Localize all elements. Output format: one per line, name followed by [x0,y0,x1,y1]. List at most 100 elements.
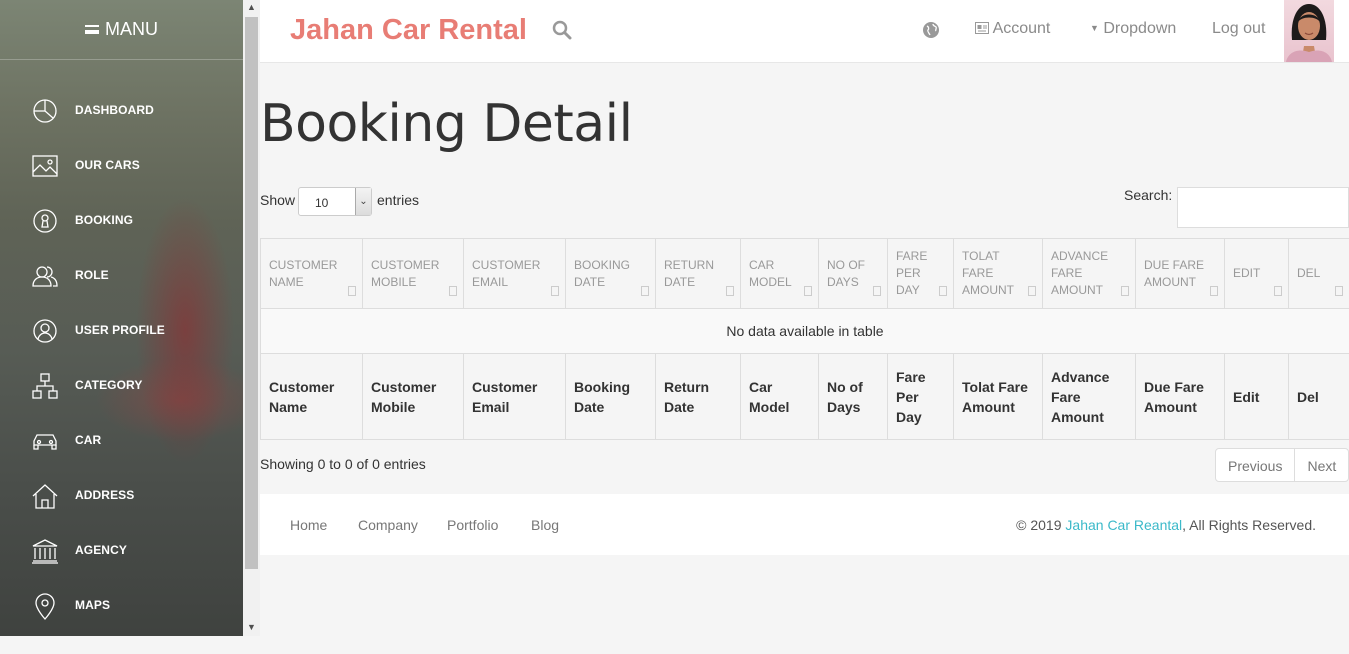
page-size-control: Show 10 ⌄ entries [260,187,419,216]
keyhole-icon [33,209,57,233]
column-header-label: RETURN DATE [664,257,714,289]
previous-button[interactable]: Previous [1216,449,1294,481]
user-photo [1286,4,1332,62]
column-header[interactable]: NO OF DAYS [818,238,888,309]
sitemap-icon [32,373,58,399]
map-pin-icon [35,593,55,620]
sidebar-item-label: ROLE [75,268,109,282]
column-header-label: BOOKING DATE [574,257,631,289]
id-card-icon [975,22,989,34]
sidebar-item-address[interactable]: ADDRESS [0,475,243,515]
sidebar-item-booking[interactable]: BOOKING [0,200,243,240]
sidebar-item-label: DASHBOARD [75,103,154,117]
sidebar-item-label: AGENCY [75,543,127,557]
sort-icon [641,286,649,296]
sidebar-scrollbar[interactable]: ▲ ▼ [243,0,260,636]
globe-icon[interactable] [922,21,940,39]
column-footer: Fare Per Day [887,353,954,440]
column-header[interactable]: TOLAT FARE AMOUNT [953,238,1043,309]
sort-icon [1121,286,1129,296]
next-button[interactable]: Next [1294,449,1348,481]
column-header-label: CAR MODEL [749,257,792,289]
column-header-label: DEL [1297,266,1321,280]
sidebar-item-label: USER PROFILE [75,323,165,337]
column-header-label: DUE FARE AMOUNT [1144,257,1205,289]
sort-icon [726,286,734,296]
sort-icon [804,286,812,296]
column-header[interactable]: FARE PER DAY [887,238,954,309]
column-header[interactable]: CAR MODEL [740,238,819,309]
sidebar-item-dashboard[interactable]: DASHBOARD [0,90,243,130]
column-footer: Customer Mobile [362,353,464,440]
sort-icon [873,286,881,296]
dropdown-toggle[interactable]: ▼ Dropdown [1090,20,1176,38]
column-footer: No of Days [818,353,888,440]
user-circle-icon [33,319,57,343]
footer-link-home[interactable]: Home [290,517,327,533]
sort-icon [348,286,356,296]
hamburger-icon [85,25,99,34]
sidebar-item-label: OUR CARS [75,158,140,172]
sort-icon [1274,286,1282,296]
logout-link[interactable]: Log out [1212,20,1265,38]
column-footer: Return Date [655,353,741,440]
scroll-down-icon[interactable]: ▼ [247,622,256,632]
column-header-label: EDIT [1233,266,1261,280]
sidebar-item-car[interactable]: CAR [0,420,243,460]
column-header[interactable]: BOOKING DATE [565,238,656,309]
column-header[interactable]: CUSTOMER NAME [260,238,363,309]
menu-toggle[interactable]: MANU [0,0,243,60]
brand-title[interactable]: Jahan Car Rental [290,14,527,47]
caret-down-icon: ▼ [1090,23,1099,33]
footer-link-blog[interactable]: Blog [531,517,559,533]
sort-icon [449,286,457,296]
page-title: Booking Detail [260,94,633,154]
home-icon [32,484,58,509]
sidebar-item-our-cars[interactable]: OUR CARS [0,145,243,185]
copyright-brand-link[interactable]: Jahan Car Reantal [1065,517,1182,533]
column-footer: Booking Date [565,353,656,440]
column-header-label: FARE PER DAY [896,249,928,297]
sidebar-item-user-profile[interactable]: USER PROFILE [0,310,243,350]
sidebar-item-category[interactable]: CATEGORY [0,365,243,405]
empty-message: No data available in table [260,308,1349,354]
table-footer-row: Customer Name Customer Mobile Customer Ema… [260,353,1349,440]
sidebar-item-label: ADDRESS [75,488,135,502]
table-header-row: CUSTOMER NAME CUSTOMER MOBILE CUSTOMER EMA… [260,238,1349,309]
sidebar-item-maps[interactable]: MAPS [0,585,243,625]
column-header-label: NO OF DAYS [827,257,865,289]
column-footer: Customer Email [463,353,566,440]
table-row: No data available in table [260,308,1349,354]
column-footer: Del [1288,353,1349,440]
footer-link-company[interactable]: Company [358,517,418,533]
account-link[interactable]: Account [975,20,1050,38]
column-header[interactable]: CUSTOMER MOBILE [362,238,464,309]
scrollbar-thumb[interactable] [245,17,258,569]
column-header[interactable]: EDIT [1224,238,1289,309]
search-input[interactable] [1177,187,1349,228]
scroll-up-icon[interactable]: ▲ [247,2,256,12]
sort-icon [551,286,559,296]
sidebar: MANU DASHBOARD OUR CARS BOOKING ROLE USE… [0,0,243,636]
entries-label: entries [377,192,420,208]
avatar[interactable] [1284,0,1334,62]
sidebar-item-label: MAPS [75,598,111,612]
column-header[interactable]: RETURN DATE [655,238,741,309]
search-icon[interactable] [552,20,572,40]
column-header-label: TOLAT FARE AMOUNT [962,249,1014,297]
sidebar-item-label: CATEGORY [75,378,143,392]
column-header[interactable]: DUE FARE AMOUNT [1135,238,1225,309]
sidebar-item-agency[interactable]: AGENCY [0,530,243,570]
footer-link-portfolio[interactable]: Portfolio [447,517,498,533]
booking-table: CUSTOMER NAME CUSTOMER MOBILE CUSTOMER EMA… [260,238,1349,440]
column-footer: Edit [1224,353,1289,440]
sidebar-item-role[interactable]: ROLE [0,255,243,295]
sort-icon [1210,286,1218,296]
column-header[interactable]: ADVANCE FARE AMOUNT [1042,238,1136,309]
column-header[interactable]: DEL [1288,238,1349,309]
sort-icon [1335,286,1343,296]
column-header[interactable]: CUSTOMER EMAIL [463,238,566,309]
column-header-label: CUSTOMER EMAIL [472,257,541,289]
page-size-select[interactable]: 10 ⌄ [298,187,372,216]
sort-icon [1028,286,1036,296]
